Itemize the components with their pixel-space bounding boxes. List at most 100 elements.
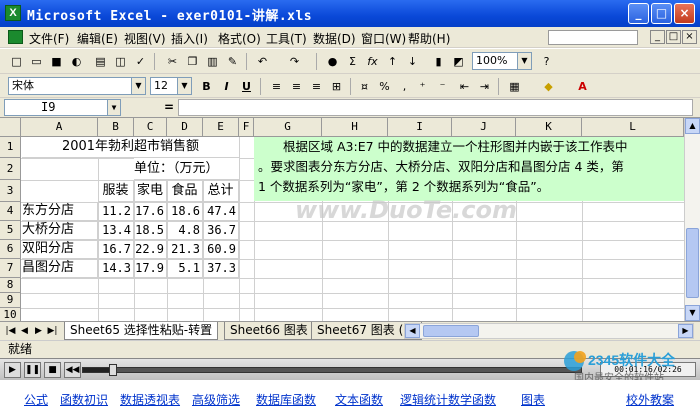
font-size-select[interactable]: 12 ▼ xyxy=(150,77,192,95)
next-sheet-icon[interactable]: ▶ xyxy=(32,324,45,338)
undo-icon[interactable]: ↶ xyxy=(254,53,271,70)
align-left-icon[interactable]: ≡ xyxy=(268,78,285,95)
column-header-b[interactable]: B xyxy=(98,118,134,137)
horizontal-scrollbar[interactable]: ◀ ▶ xyxy=(404,323,694,339)
column-header-c[interactable]: C xyxy=(134,118,167,137)
drawing-icon[interactable]: ◩ xyxy=(450,53,467,70)
help-icon[interactable]: ? xyxy=(538,53,555,70)
tab-sheet65[interactable]: Sheet65 选择性粘贴-转置 xyxy=(64,322,219,340)
scroll-down-icon[interactable]: ▼ xyxy=(685,305,700,321)
hyperlink-icon[interactable]: ● xyxy=(324,53,341,70)
align-center-icon[interactable]: ≡ xyxy=(288,78,305,95)
menu-data[interactable]: 数据(D) xyxy=(313,30,356,47)
row-header-1[interactable]: 1 xyxy=(0,137,21,158)
menu-view[interactable]: 视图(V) xyxy=(124,30,166,47)
format-painter-icon[interactable]: ✎ xyxy=(224,53,241,70)
cut-icon[interactable]: ✂ xyxy=(164,53,181,70)
pause-icon[interactable]: ❚❚ xyxy=(24,362,41,378)
play-icon[interactable]: ▶ xyxy=(4,362,21,378)
row-header-2[interactable]: 2 xyxy=(0,158,21,180)
sheet-title-cell[interactable]: 2001年勃利超市销售额 xyxy=(22,137,239,158)
name-box[interactable]: I9 ▼ xyxy=(4,99,121,116)
doc-close-button[interactable]: × xyxy=(682,30,697,44)
value-cell[interactable]: 18.5 xyxy=(134,221,167,240)
autosum-icon[interactable]: Σ xyxy=(344,53,361,70)
permission-icon[interactable]: ◐ xyxy=(68,53,85,70)
align-right-icon[interactable]: ≡ xyxy=(308,78,325,95)
last-sheet-icon[interactable]: ▶| xyxy=(46,324,59,338)
select-all-corner[interactable] xyxy=(0,118,21,137)
value-cell[interactable]: 17.6 xyxy=(134,202,167,221)
prev-sheet-icon[interactable]: ◀ xyxy=(18,324,31,338)
open-icon[interactable]: ▭ xyxy=(28,53,45,70)
increase-decimal-icon[interactable]: ⁺ xyxy=(414,78,431,95)
row-header-4[interactable]: 4 xyxy=(0,202,21,221)
unit-cell[interactable]: 单位：（万元） xyxy=(134,158,239,180)
scroll-up-icon[interactable]: ▲ xyxy=(685,118,700,134)
value-cell[interactable]: 36.7 xyxy=(203,221,239,240)
row-header-5[interactable]: 5 xyxy=(0,221,21,240)
value-cell[interactable]: 5.1 xyxy=(167,259,203,278)
spelling-icon[interactable]: ✓ xyxy=(132,53,149,70)
redo-icon[interactable]: ↷ xyxy=(286,53,303,70)
percent-style-button[interactable]: % xyxy=(376,78,393,95)
link-formula[interactable]: 公式 xyxy=(24,391,48,408)
menu-format[interactable]: 格式(O) xyxy=(218,30,261,47)
copy-icon[interactable]: ❐ xyxy=(184,53,201,70)
insert-function-icon[interactable]: fx xyxy=(364,53,381,70)
value-cell[interactable]: 13.4 xyxy=(98,221,134,240)
playback-progress-track[interactable] xyxy=(82,364,582,376)
excel-app-icon[interactable]: X xyxy=(5,5,21,21)
tab-sheet66[interactable]: Sheet66 图表 xyxy=(224,322,314,340)
link-pivot-table[interactable]: 数据透视表 xyxy=(120,391,180,408)
link-advanced-filter[interactable]: 高级筛选 xyxy=(192,391,240,408)
row-header-3[interactable]: 3 xyxy=(0,180,21,202)
menu-insert[interactable]: 插入(I) xyxy=(171,30,208,47)
bold-button[interactable]: B xyxy=(198,78,215,95)
menu-tools[interactable]: 工具(T) xyxy=(266,30,307,47)
stop-icon[interactable]: ■ xyxy=(44,362,61,378)
column-header-d[interactable]: D xyxy=(167,118,203,137)
font-color-icon[interactable]: A xyxy=(574,78,591,95)
menu-edit[interactable]: 编辑(E) xyxy=(77,30,118,47)
link-text-functions[interactable]: 文本函数 xyxy=(335,391,383,408)
rewind-icon[interactable]: ◀◀ xyxy=(64,362,81,378)
close-button[interactable]: × xyxy=(674,3,695,24)
row-header-7[interactable]: 7 xyxy=(0,259,21,278)
store-cell[interactable]: 大桥分店 xyxy=(22,221,98,240)
row-header-9[interactable]: 9 xyxy=(0,293,21,308)
print-preview-icon[interactable]: ◫ xyxy=(112,53,129,70)
header-cell-food[interactable]: 食品 xyxy=(167,180,203,202)
link-database-functions[interactable]: 数据库函数 xyxy=(256,391,316,408)
value-cell[interactable]: 11.2 xyxy=(98,202,134,221)
currency-icon[interactable]: ¤ xyxy=(356,78,373,95)
increase-indent-icon[interactable]: ⇥ xyxy=(476,78,493,95)
paste-icon[interactable]: ▥ xyxy=(204,53,221,70)
value-cell[interactable]: 4.8 xyxy=(167,221,203,240)
new-icon[interactable]: □ xyxy=(8,53,25,70)
value-cell[interactable]: 37.3 xyxy=(203,259,239,278)
maximize-button[interactable]: □ xyxy=(651,3,672,24)
horizontal-scroll-thumb[interactable] xyxy=(423,325,479,337)
header-cell-total[interactable]: 总计 xyxy=(203,180,239,202)
value-cell[interactable]: 14.3 xyxy=(98,259,134,278)
value-cell[interactable]: 60.9 xyxy=(203,240,239,259)
minimize-button[interactable]: _ xyxy=(628,3,649,24)
doc-restore-button[interactable]: □ xyxy=(666,30,681,44)
chart-wizard-icon[interactable]: ▮ xyxy=(430,53,447,70)
row-header-8[interactable]: 8 xyxy=(0,278,21,293)
link-offsite-lessons[interactable]: 校外教案 xyxy=(626,391,674,408)
store-cell[interactable]: 东方分店 xyxy=(22,202,98,221)
sort-ascending-icon[interactable]: ↑ xyxy=(384,53,401,70)
print-icon[interactable]: ▤ xyxy=(92,53,109,70)
column-header-i[interactable]: I xyxy=(388,118,452,137)
menu-file[interactable]: 文件(F) xyxy=(29,30,69,47)
column-header-h[interactable]: H xyxy=(322,118,388,137)
comma-style-button[interactable]: , xyxy=(396,78,413,95)
column-header-k[interactable]: K xyxy=(516,118,582,137)
value-cell[interactable]: 22.9 xyxy=(134,240,167,259)
value-cell[interactable]: 18.6 xyxy=(167,202,203,221)
italic-button[interactable]: I xyxy=(218,78,235,95)
playback-progress-knob[interactable] xyxy=(109,364,117,376)
header-cell-clothing[interactable]: 服装 xyxy=(98,180,134,202)
